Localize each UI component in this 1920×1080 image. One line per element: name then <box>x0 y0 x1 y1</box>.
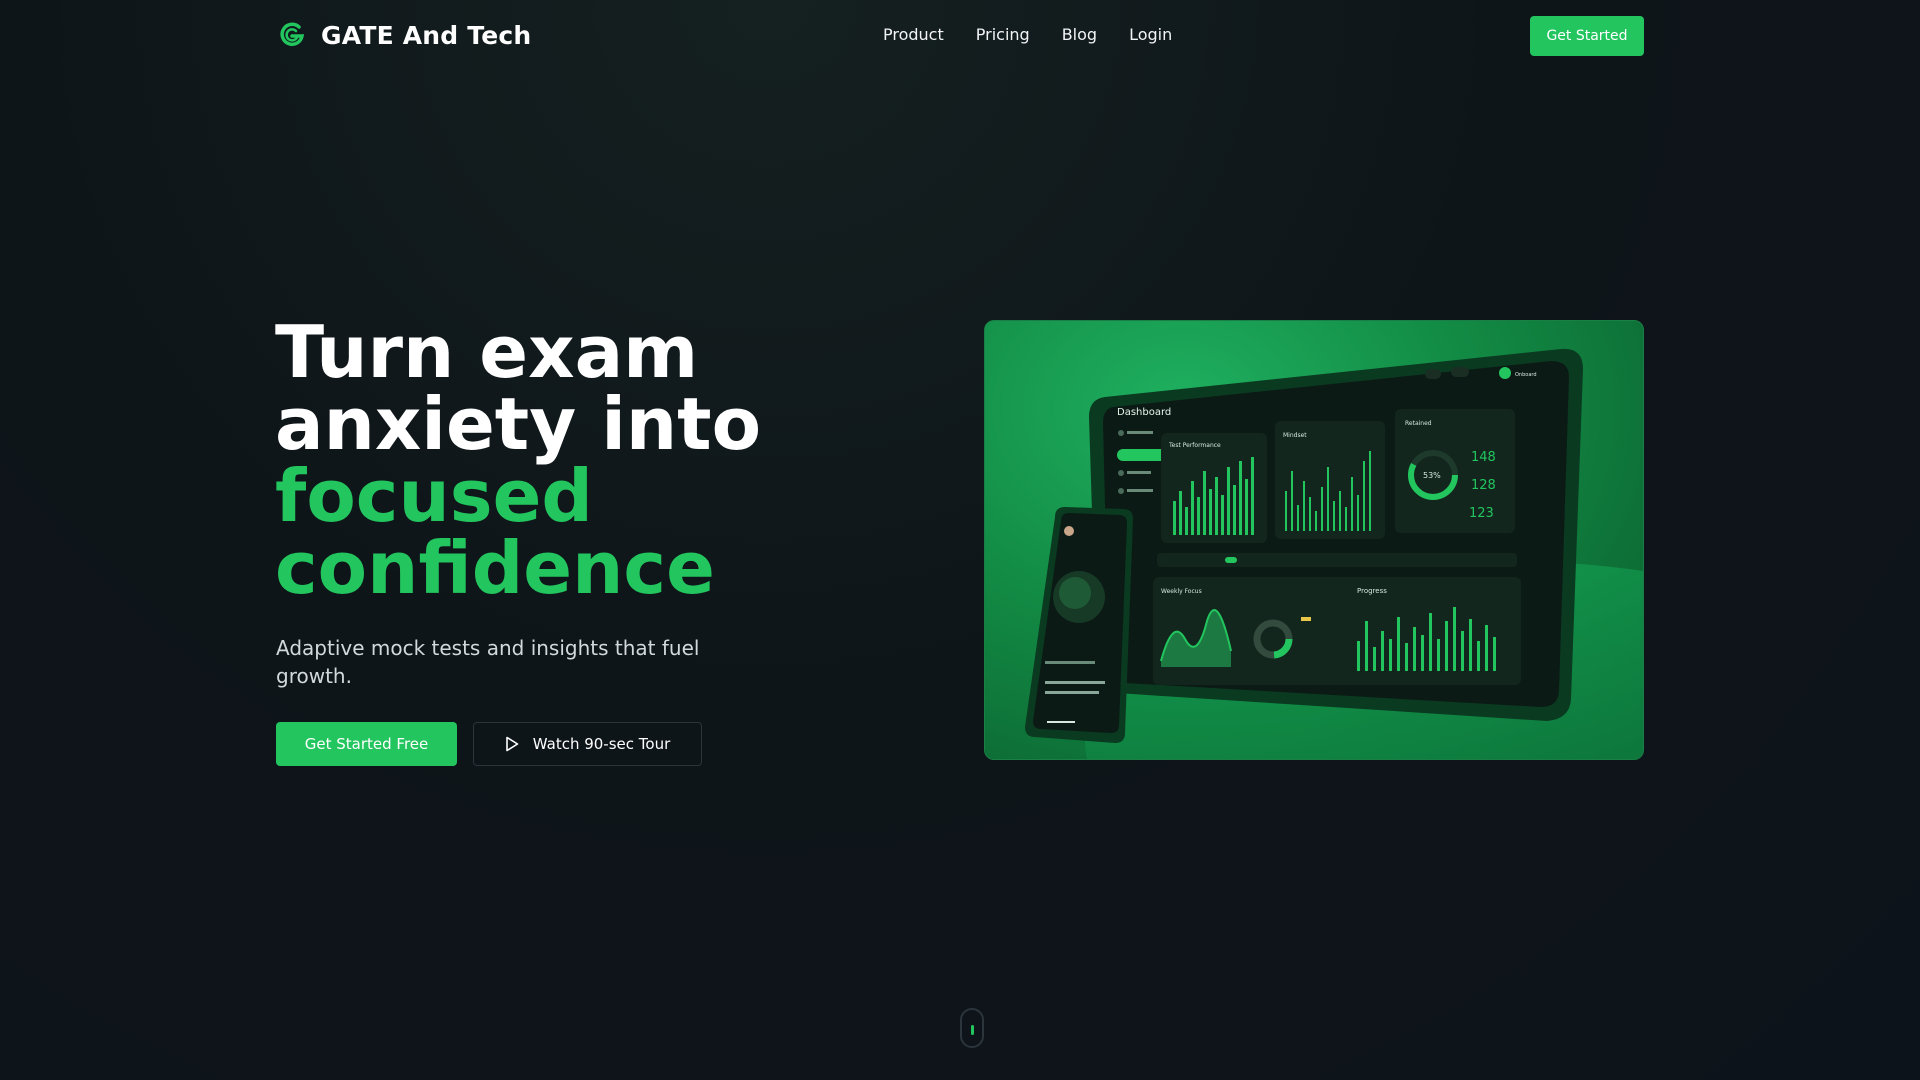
brand-g-icon <box>280 22 305 46</box>
nav-link-pricing[interactable]: Pricing <box>976 25 1030 44</box>
brand-logo[interactable]: GATE And Tech <box>277 20 531 50</box>
mockup-user-label: Onboard <box>1515 372 1537 378</box>
get-started-button[interactable]: Get Started <box>1530 16 1644 56</box>
mockup-stat-1: 148 <box>1471 450 1496 465</box>
mockup-card-title-3: Retained <box>1405 420 1432 427</box>
device-mockup-illustration: Dashboard Test Performance Mindset Retai… <box>1025 348 1643 759</box>
nav-link-login[interactable]: Login <box>1129 25 1172 44</box>
mockup-stat-2: 128 <box>1471 478 1496 493</box>
hero-subtitle: Adaptive mock tests and insights that fu… <box>276 636 700 688</box>
get-started-free-button[interactable]: Get Started Free <box>276 722 457 766</box>
mockup-dashboard-label: Dashboard <box>1117 407 1171 418</box>
hero-title-highlight-2: confidence <box>275 526 715 610</box>
nav-links: Product Pricing Blog Login <box>883 25 1172 44</box>
mockup-ring-percent: 53% <box>1423 471 1441 480</box>
watch-tour-button[interactable]: Watch 90-sec Tour <box>473 722 702 766</box>
mockup-card-title-1: Test Performance <box>1168 442 1221 449</box>
hero-product-image: Dashboard Test Performance Mindset Retai… <box>984 320 1644 760</box>
nav-link-product[interactable]: Product <box>883 25 944 44</box>
watch-tour-label: Watch 90-sec Tour <box>532 735 671 753</box>
hero-title: Turn exam anxiety into focused confidenc… <box>275 316 761 604</box>
brand-name: GATE And Tech <box>321 20 532 50</box>
scroll-indicator-dot <box>971 1025 974 1035</box>
top-nav: GATE And Tech Product Pricing Blog Login… <box>0 0 1920 72</box>
phone-mockup <box>1025 507 1133 743</box>
mockup-stat-3: 123 <box>1469 506 1494 521</box>
play-icon <box>505 736 519 752</box>
scroll-indicator-icon[interactable] <box>960 1008 984 1048</box>
mockup-card-title-2: Mindset <box>1283 432 1307 439</box>
mockup-card-title-5: Progress <box>1357 587 1387 595</box>
tablet-mockup: Dashboard Test Performance Mindset Retai… <box>1089 348 1583 721</box>
hero-title-line-1: Turn exam <box>275 310 699 394</box>
nav-link-blog[interactable]: Blog <box>1062 25 1097 44</box>
hero-title-highlight-1: focused <box>275 454 593 538</box>
hero-title-line-2: anxiety into <box>275 382 762 466</box>
mockup-card-title-4: Weekly Focus <box>1161 588 1202 595</box>
